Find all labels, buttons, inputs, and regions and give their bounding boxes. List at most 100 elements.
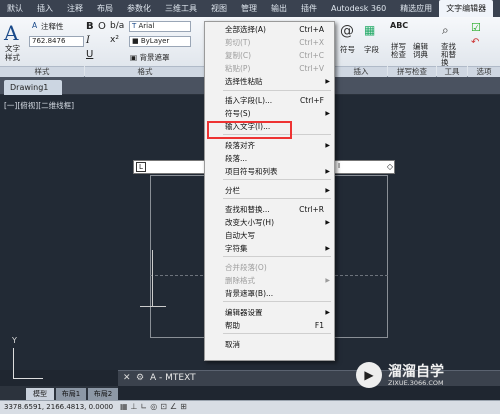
check-icon[interactable]: ☑ <box>471 21 481 34</box>
ribbon-tab[interactable]: 输出 <box>264 0 294 17</box>
ribbon-tab[interactable]: 注释 <box>60 0 90 17</box>
menu-item-shortcut: Ctrl+X <box>299 38 324 47</box>
submenu-arrow-icon: ▶ <box>325 110 330 117</box>
panel-label-style: 样式 <box>0 66 84 77</box>
text-height-field[interactable]: 762.8476 <box>29 36 84 47</box>
menu-item[interactable]: 字符集 ▶ <box>205 243 334 255</box>
menu-item[interactable]: 背景遮罩(B)... <box>205 288 334 300</box>
text-cursor-line <box>140 306 166 307</box>
background-mask-button[interactable]: ▣ 背景遮罩 <box>130 52 169 63</box>
ribbon-tab[interactable]: 插入 <box>30 0 60 17</box>
ribbon-tab[interactable]: 精选应用 <box>393 0 439 17</box>
menu-item[interactable]: 分栏 ▶ <box>205 185 334 197</box>
highlight-box <box>207 121 292 139</box>
panel-label-format: 格式 <box>85 66 205 77</box>
bold-icon[interactable]: B <box>86 21 94 32</box>
strikethrough-icon[interactable]: O <box>98 21 106 32</box>
ruler-left-indent[interactable]: L <box>136 162 146 172</box>
submenu-arrow-icon: ▶ <box>325 219 330 226</box>
menu-separator <box>223 90 331 91</box>
menu-item[interactable]: 段落对齐 ▶ <box>205 140 334 152</box>
ucs-y-label: Y <box>12 336 17 345</box>
menu-item-label: 符号(S) <box>225 109 251 118</box>
menu-separator <box>223 301 331 302</box>
menu-item[interactable]: 插入字段(L)... Ctrl+F <box>205 95 334 107</box>
submenu-arrow-icon: ▶ <box>325 277 330 284</box>
context-menu: 全部选择(A) Ctrl+A 剪切(T) Ctrl+X 复制(C) Ctrl+C 粘贴(P)… <box>204 21 335 361</box>
layout-tab-2[interactable]: 布局2 <box>88 388 118 400</box>
wrench-icon[interactable]: ⚙ <box>136 373 144 383</box>
menu-item[interactable]: 编辑器设置 ▶ <box>205 307 334 319</box>
menu-item[interactable]: 删除格式 ▶ <box>205 275 334 287</box>
menu-item[interactable]: 符号(S) ▶ <box>205 108 334 120</box>
ribbon-tab[interactable]: Autodesk 360 <box>324 0 393 17</box>
menu-item-label: 删除格式 <box>225 276 255 285</box>
menu-item-label: 选择性粘贴 <box>225 77 263 86</box>
status-toggle-icons[interactable]: ▦⊥∟◎⊡∠⊞ <box>120 402 190 411</box>
panel-label-options: 选项 <box>468 66 500 77</box>
menu-item-label: 段落对齐 <box>225 141 255 150</box>
background-mask-label: 背景遮罩 <box>139 53 170 62</box>
font-dropdown[interactable]: T Arial <box>129 21 191 32</box>
menu-item-shortcut: Ctrl+F <box>300 96 324 105</box>
undo-icon[interactable]: ↶ <box>471 37 479 48</box>
symbol-button[interactable]: 符号 <box>340 44 355 55</box>
ribbon-tab[interactable]: 布局 <box>90 0 120 17</box>
menu-item[interactable]: 粘贴(P) Ctrl+V <box>205 63 334 75</box>
layout-tab-bar: 模型 布局1 布局2 <box>0 386 118 400</box>
menu-item[interactable]: 选择性粘贴 ▶ <box>205 76 334 88</box>
layout-tab-1[interactable]: 布局1 <box>56 388 86 400</box>
ribbon-tab[interactable]: 默认 <box>0 0 30 17</box>
viewport-label[interactable]: [一][俯视][二维线框] <box>4 100 74 111</box>
field-button[interactable]: 字段 <box>364 44 379 55</box>
stack-icon[interactable]: b/a <box>110 21 124 31</box>
menu-item[interactable]: 项目符号和列表 ▶ <box>205 166 334 178</box>
menu-item[interactable]: 取消 <box>205 339 334 351</box>
menu-item-shortcut: Ctrl+R <box>299 205 324 214</box>
menu-item[interactable]: 段落... <box>205 153 334 165</box>
superscript-icon[interactable]: x² <box>110 35 119 45</box>
layout-tab-model[interactable]: 模型 <box>26 388 54 400</box>
color-dropdown[interactable]: ■ ByLayer <box>129 36 191 47</box>
menu-item[interactable]: 自动大写 <box>205 230 334 242</box>
ribbon-tab[interactable]: 管理 <box>234 0 264 17</box>
spell-check-button[interactable]: 拼写检查 <box>391 43 407 59</box>
ruler-tab-mark: I <box>338 162 341 170</box>
ribbon-tab[interactable]: 插件 <box>294 0 324 17</box>
menu-item[interactable]: 帮助 F1 <box>205 320 334 332</box>
menu-item[interactable]: 全部选择(A) Ctrl+A <box>205 24 334 36</box>
edit-dictionary-button[interactable]: 编辑词典 <box>413 43 429 59</box>
menu-item-label: 剪切(T) <box>225 38 251 47</box>
annotative-label[interactable]: 注释性 <box>41 21 64 32</box>
menu-item[interactable]: 合并段落(O) <box>205 262 334 274</box>
panel-label-spell: 拼写检查 <box>388 66 436 77</box>
ruler-resize-icon[interactable]: ◇ <box>387 162 393 171</box>
ucs-y-axis <box>13 348 14 378</box>
menu-item-label: 段落... <box>225 154 248 163</box>
menu-item[interactable]: 剪切(T) Ctrl+X <box>205 37 334 49</box>
text-style-icon: A <box>4 21 19 45</box>
symbol-icon: @ <box>340 23 354 39</box>
menu-item[interactable]: 查找和替换... Ctrl+R <box>205 204 334 216</box>
menu-item-shortcut: Ctrl+A <box>299 25 324 34</box>
text-style-button[interactable]: 文字样式 <box>5 44 25 62</box>
menu-item[interactable]: 复制(C) Ctrl+C <box>205 50 334 62</box>
menu-item-label: 改变大小写(H) <box>225 218 274 227</box>
menu-item[interactable]: 改变大小写(H) ▶ <box>205 217 334 229</box>
close-icon[interactable]: ✕ <box>123 373 131 383</box>
ribbon-tab[interactable]: 三维工具 <box>158 0 204 17</box>
underline-icon[interactable]: U <box>86 49 93 60</box>
ribbon-tab[interactable]: 文字编辑器 <box>439 0 494 17</box>
menu-separator <box>223 179 331 180</box>
menu-item-label: 查找和替换... <box>225 205 270 214</box>
menu-item-label: 粘贴(P) <box>225 64 251 73</box>
menu-item-label: 取消 <box>225 340 240 349</box>
ribbon-tab[interactable]: 参数化 <box>120 0 158 17</box>
find-replace-button[interactable]: 查找和替换 <box>441 43 459 67</box>
italic-icon[interactable]: I <box>86 35 90 46</box>
submenu-arrow-icon: ▶ <box>325 168 330 175</box>
menu-item-shortcut: Ctrl+V <box>299 64 324 73</box>
watermark-title: 溜溜自学 <box>388 364 444 380</box>
drawing-tab[interactable]: Drawing1 <box>4 80 62 95</box>
ribbon-tab[interactable]: 视图 <box>204 0 234 17</box>
